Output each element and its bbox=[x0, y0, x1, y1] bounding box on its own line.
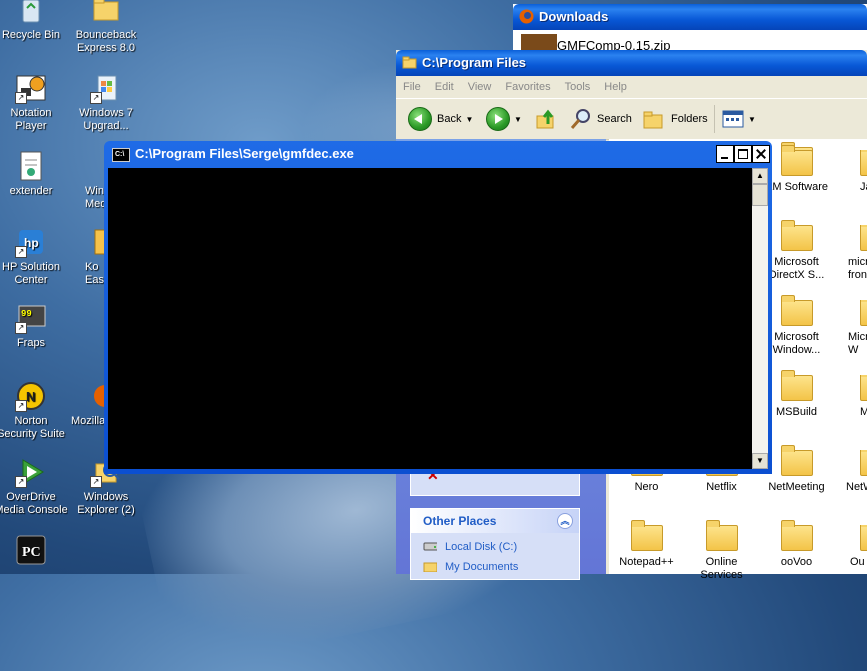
other-places-panel: Other Places ︽ Local Disk (C:) My Docume… bbox=[410, 508, 580, 580]
my-documents-icon bbox=[423, 562, 437, 572]
scroll-down-arrow-icon[interactable]: ▼ bbox=[752, 453, 768, 469]
desktop-icon-overdrive[interactable]: ↗ OverDrive Media Console bbox=[0, 456, 68, 517]
folder-icon bbox=[860, 225, 867, 251]
console-window[interactable]: C:\ C:\Program Files\Serge\gmfdec.exe ▲ … bbox=[104, 141, 772, 474]
forward-button[interactable]: ▼ bbox=[486, 106, 522, 132]
folder-icon bbox=[780, 445, 813, 476]
recycle-bin-icon bbox=[15, 0, 47, 26]
search-icon bbox=[570, 109, 590, 129]
fraps-icon: 99 ↗ bbox=[15, 302, 47, 334]
console-titlebar[interactable]: C:\ C:\Program Files\Serge\gmfdec.exe bbox=[104, 141, 772, 167]
search-button[interactable]: Search bbox=[569, 106, 632, 132]
norton-icon: N ↗ bbox=[15, 380, 47, 412]
notation-player-icon: ↗ bbox=[15, 72, 47, 104]
views-icon bbox=[722, 110, 744, 128]
folder-icon bbox=[780, 520, 813, 551]
menu-favorites[interactable]: Favorites bbox=[498, 76, 557, 98]
windows-upgrade-icon: ↗ bbox=[90, 72, 122, 104]
desktop-icon-recycle-bin[interactable]: Recycle Bin bbox=[0, 0, 68, 42]
minimize-button[interactable] bbox=[716, 145, 734, 163]
folder-icon bbox=[780, 295, 813, 326]
menu-view[interactable]: View bbox=[461, 76, 499, 98]
svg-text:N: N bbox=[26, 389, 35, 404]
desktop-icon-windows7-upgrade[interactable]: ↗ Windows 7 Upgrad... bbox=[69, 72, 143, 133]
menu-bar: File Edit View Favorites Tools Help bbox=[396, 76, 867, 99]
folder-icon bbox=[860, 375, 867, 401]
maximize-button[interactable] bbox=[734, 145, 752, 163]
menu-edit[interactable]: Edit bbox=[428, 76, 461, 98]
scroll-up-arrow-icon[interactable]: ▲ bbox=[752, 168, 768, 184]
folder-item[interactable]: ooVoo bbox=[759, 520, 834, 569]
forward-arrow-icon bbox=[486, 107, 510, 131]
folder-item[interactable]: Online Services bbox=[684, 520, 759, 582]
desktop-icon-pc[interactable]: PC bbox=[0, 534, 68, 569]
folder-icon bbox=[780, 145, 813, 176]
folder-item[interactable]: Notepad++ bbox=[609, 520, 684, 569]
desktop-icon-hp-solution-center[interactable]: hp ↗ HP Solution Center bbox=[0, 226, 68, 287]
chevron-down-icon[interactable]: ▼ bbox=[514, 115, 522, 124]
desktop-icon-fraps[interactable]: 99 ↗ Fraps bbox=[0, 302, 68, 350]
overdrive-icon: ↗ bbox=[15, 456, 47, 488]
desktop-icon-norton[interactable]: N ↗ Norton Security Suite bbox=[0, 380, 68, 441]
explorer-titlebar[interactable]: C:\Program Files bbox=[396, 50, 867, 76]
document-icon bbox=[15, 150, 47, 182]
folder-icon bbox=[860, 525, 867, 551]
menu-help[interactable]: Help bbox=[597, 76, 634, 98]
folders-icon bbox=[643, 111, 663, 129]
explorer-title: C:\Program Files bbox=[422, 55, 527, 70]
up-folder-icon bbox=[536, 109, 554, 129]
folder-icon bbox=[780, 370, 813, 401]
pc-app-icon: PC bbox=[15, 534, 47, 566]
explorer-toolbar: Back ▼ ▼ Search Folders ▼ bbox=[396, 99, 867, 140]
console-title: C:\Program Files\Serge\gmfdec.exe bbox=[135, 146, 354, 161]
folder-icon bbox=[860, 450, 867, 476]
scroll-thumb[interactable] bbox=[752, 184, 768, 206]
svg-text:PC: PC bbox=[22, 545, 41, 560]
hard-drive-icon bbox=[423, 542, 437, 551]
chevron-down-icon[interactable]: ▼ bbox=[465, 115, 473, 124]
folder-open-icon bbox=[402, 56, 417, 69]
link-my-documents[interactable]: My Documents bbox=[411, 557, 579, 577]
downloads-title: Downloads bbox=[539, 9, 609, 24]
console-icon: C:\ bbox=[112, 148, 130, 162]
desktop-icon-bounceback[interactable]: Bounceback Express 8.0 bbox=[69, 0, 143, 55]
folder-icon bbox=[705, 520, 738, 551]
folder-item[interactable]: micr fron bbox=[834, 225, 867, 282]
console-scrollbar[interactable]: ▲ ▼ bbox=[752, 168, 768, 469]
folder-item[interactable]: M bbox=[834, 375, 867, 419]
folder-icon bbox=[90, 0, 122, 26]
menu-file[interactable]: File bbox=[396, 76, 428, 98]
folders-button[interactable]: Folders bbox=[642, 106, 708, 132]
toolbar-separator bbox=[714, 105, 715, 133]
folder-item[interactable]: Micr W bbox=[834, 300, 867, 357]
folder-icon bbox=[780, 220, 813, 251]
views-button[interactable]: ▼ bbox=[722, 106, 756, 132]
folder-item[interactable]: Ou bbox=[834, 525, 867, 569]
back-button[interactable]: Back ▼ bbox=[408, 106, 473, 132]
up-folder-button[interactable] bbox=[535, 106, 557, 132]
desktop-icon-extender[interactable]: extender bbox=[0, 150, 68, 198]
desktop-icon-notation-player[interactable]: ↗ Notation Player bbox=[0, 72, 68, 133]
console-output[interactable] bbox=[108, 168, 752, 469]
folder-icon bbox=[860, 150, 867, 176]
downloads-titlebar[interactable]: Downloads bbox=[513, 4, 867, 30]
link-local-disk[interactable]: Local Disk (C:) bbox=[411, 537, 579, 557]
folder-icon bbox=[630, 520, 663, 551]
folder-icon bbox=[860, 300, 867, 326]
collapse-chevron-icon[interactable]: ︽ bbox=[557, 513, 573, 529]
hp-icon: hp ↗ bbox=[15, 226, 47, 258]
folder-item[interactable]: NetW bbox=[834, 450, 867, 494]
svg-text:99: 99 bbox=[21, 309, 32, 319]
menu-tools[interactable]: Tools bbox=[558, 76, 598, 98]
folder-item[interactable]: Ja bbox=[834, 150, 867, 194]
close-button[interactable] bbox=[752, 145, 770, 163]
firefox-icon bbox=[519, 9, 534, 24]
back-arrow-icon bbox=[408, 107, 432, 131]
chevron-down-icon[interactable]: ▼ bbox=[748, 115, 756, 124]
other-places-header[interactable]: Other Places ︽ bbox=[411, 509, 579, 533]
